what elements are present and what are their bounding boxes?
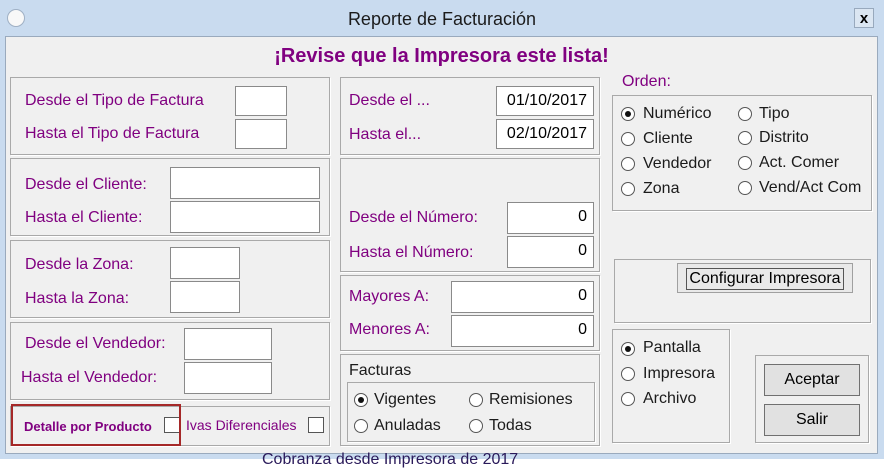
- desde-fecha-input[interactable]: 01/10/2017: [496, 86, 594, 116]
- mayores-input[interactable]: 0: [451, 281, 594, 313]
- facturas-anuladas-label[interactable]: Anuladas: [374, 417, 441, 435]
- configurar-impresora-label: Configurar Impresora: [686, 268, 844, 290]
- desde-zona-label: Desde la Zona:: [25, 256, 134, 273]
- facturas-remisiones-radio[interactable]: [469, 393, 483, 407]
- desde-cliente-input[interactable]: [170, 167, 320, 199]
- ivas-diferenciales-label: Ivas Diferenciales: [186, 417, 297, 433]
- hasta-zona-label: Hasta la Zona:: [25, 290, 130, 307]
- salida-impresora-label[interactable]: Impresora: [643, 365, 715, 383]
- orden-distrito-label[interactable]: Distrito: [759, 129, 809, 147]
- aceptar-button[interactable]: Aceptar: [764, 364, 860, 396]
- numero-group: Desde el Número: 0 Hasta el Número: 0: [340, 158, 600, 272]
- orden-cliente-label[interactable]: Cliente: [643, 130, 693, 148]
- tipo-factura-group: Desde el Tipo de Factura Hasta el Tipo d…: [10, 77, 330, 155]
- orden-cliente-radio[interactable]: [621, 132, 635, 146]
- facturas-vigentes-radio[interactable]: [354, 393, 368, 407]
- desde-vendedor-input[interactable]: [184, 328, 272, 360]
- monto-group: Mayores A: 0 Menores A: 0: [340, 275, 600, 351]
- salida-pantalla-radio[interactable]: [621, 342, 635, 356]
- form-client-area: ¡Revise que la Impresora este lista! Des…: [5, 36, 878, 454]
- desde-tipo-factura-input[interactable]: [235, 86, 287, 116]
- facturas-todas-radio[interactable]: [469, 419, 483, 433]
- orden-vendedor-radio[interactable]: [621, 157, 635, 171]
- hasta-tipo-factura-input[interactable]: [235, 119, 287, 149]
- salida-impresora-radio[interactable]: [621, 367, 635, 381]
- orden-tipo-radio[interactable]: [738, 107, 752, 121]
- orden-distrito-radio[interactable]: [738, 131, 752, 145]
- vendedor-group: Desde el Vendedor: Hasta el Vendedor:: [10, 322, 330, 400]
- cliente-group: Desde el Cliente: Hasta el Cliente:: [10, 158, 330, 236]
- hasta-vendedor-input[interactable]: [184, 362, 272, 394]
- menores-input[interactable]: 0: [451, 315, 594, 347]
- configurar-impresora-button[interactable]: Configurar Impresora: [677, 263, 853, 293]
- ivas-diferenciales-checkbox[interactable]: [308, 417, 324, 433]
- acciones-group: Aceptar Salir: [755, 355, 869, 443]
- facturas-todas-label[interactable]: Todas: [489, 417, 532, 435]
- orden-vend-act-com-label[interactable]: Vend/Act Com: [759, 179, 861, 197]
- salida-pantalla-label[interactable]: Pantalla: [643, 339, 701, 357]
- salida-archivo-label[interactable]: Archivo: [643, 390, 696, 408]
- title-bar[interactable]: Reporte de Facturación x: [0, 0, 884, 36]
- hasta-zona-input[interactable]: [170, 281, 240, 313]
- report-window: Reporte de Facturación x ¡Revise que la …: [0, 0, 884, 468]
- hasta-numero-label: Hasta el Número:: [349, 244, 474, 261]
- close-button[interactable]: x: [854, 8, 874, 28]
- fecha-group: Desde el ... 01/10/2017 Hasta el... 02/1…: [340, 77, 600, 155]
- hasta-numero-input[interactable]: 0: [507, 236, 594, 268]
- desde-fecha-label: Desde el ...: [349, 92, 430, 109]
- orden-numerico-radio[interactable]: [621, 107, 635, 121]
- orden-act-comer-radio[interactable]: [738, 156, 752, 170]
- zona-group: Desde la Zona: Hasta la Zona:: [10, 240, 330, 318]
- facturas-title: Facturas: [349, 362, 412, 379]
- mayores-label: Mayores A:: [349, 288, 430, 305]
- window-title: Reporte de Facturación: [347, 9, 537, 29]
- hasta-fecha-label: Hasta el...: [349, 126, 422, 143]
- hasta-tipo-factura-label: Hasta el Tipo de Factura: [25, 125, 200, 142]
- facturas-remisiones-label[interactable]: Remisiones: [489, 391, 573, 409]
- orden-zona-radio[interactable]: [621, 182, 635, 196]
- menores-label: Menores A:: [349, 321, 430, 338]
- orden-act-comer-label[interactable]: Act. Comer: [759, 154, 839, 172]
- salida-archivo-radio[interactable]: [621, 392, 635, 406]
- highlight-frame: [11, 404, 181, 446]
- facturas-group: Facturas Vigentes Remisiones Anuladas To…: [340, 354, 600, 446]
- hasta-fecha-input[interactable]: 02/10/2017: [496, 119, 594, 149]
- desde-numero-label: Desde el Número:: [349, 209, 478, 226]
- facturas-anuladas-radio[interactable]: [354, 419, 368, 433]
- desde-zona-input[interactable]: [170, 247, 240, 279]
- orden-vend-act-com-radio[interactable]: [738, 181, 752, 195]
- orden-group: Numérico Tipo Cliente Distrito Vendedor …: [612, 95, 872, 211]
- salir-button[interactable]: Salir: [764, 404, 860, 436]
- hasta-vendedor-label: Hasta el Vendedor:: [21, 369, 158, 386]
- desde-tipo-factura-label: Desde el Tipo de Factura: [25, 92, 204, 109]
- orden-numerico-label[interactable]: Numérico: [643, 105, 711, 123]
- hasta-cliente-label: Hasta el Cliente:: [25, 209, 143, 226]
- background-window-text: Cobranza desde Impresora de 2017: [262, 451, 519, 468]
- orden-zona-label[interactable]: Zona: [643, 180, 679, 198]
- salida-group: Pantalla Impresora Archivo: [612, 329, 730, 443]
- desde-vendedor-label: Desde el Vendedor:: [25, 335, 166, 352]
- orden-title: Orden:: [620, 73, 673, 91]
- desde-cliente-label: Desde el Cliente:: [25, 176, 147, 193]
- hasta-cliente-input[interactable]: [170, 201, 320, 233]
- printer-warning-banner: ¡Revise que la Impresora este lista!: [274, 45, 609, 67]
- orden-vendedor-label[interactable]: Vendedor: [643, 155, 712, 173]
- facturas-vigentes-label[interactable]: Vigentes: [374, 391, 436, 409]
- impresora-group: Configurar Impresora: [614, 259, 871, 323]
- orden-tipo-label[interactable]: Tipo: [759, 105, 790, 123]
- desde-numero-input[interactable]: 0: [507, 202, 594, 234]
- facturas-options-frame: Vigentes Remisiones Anuladas Todas: [347, 382, 595, 442]
